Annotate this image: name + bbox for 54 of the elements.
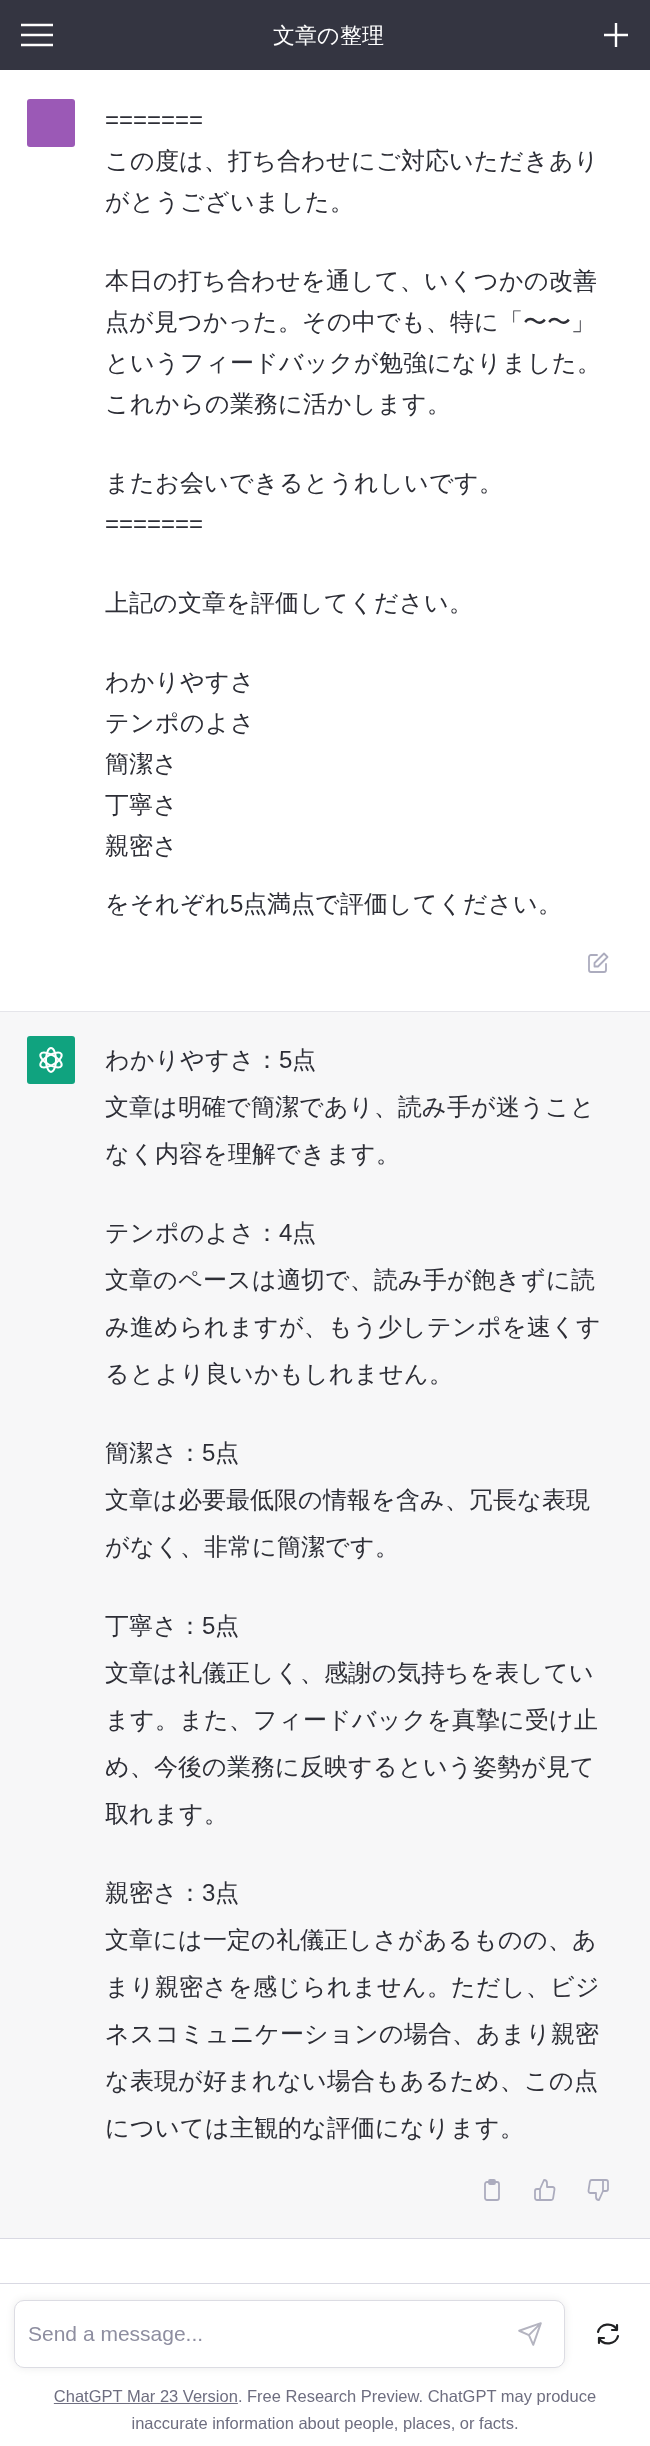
list-line: 簡潔さ — [105, 749, 179, 779]
thumbs-up-icon — [533, 2178, 557, 2202]
message-text: をそれぞれ5点満点で評価してください。 — [105, 889, 564, 919]
message-text: ======= — [105, 105, 205, 135]
menu-icon — [20, 23, 54, 47]
new-chat-button[interactable] — [602, 21, 630, 49]
score-heading: 親密さ：3点 — [105, 1878, 241, 1908]
message-text: るとより良いかもしれません。 — [105, 1359, 454, 1389]
disclaimer-text: ChatGPT Mar 23 Version. Free Research Preview. ChatGPT may produce inaccurate information about people, places, or facts. — [52, 2386, 598, 2434]
message-text: ネスコミュニケーションの場合、あまり親密 — [105, 2019, 600, 2049]
message-text: がとうございました。 — [105, 187, 355, 217]
message-input[interactable]: Send a message... — [14, 2300, 565, 2368]
thumbs-down-icon — [586, 2178, 610, 2202]
menu-button[interactable] — [20, 22, 54, 48]
send-icon[interactable] — [517, 2321, 543, 2347]
list-line: 親密さ — [105, 831, 179, 861]
message-text: これからの業務に活かします。 — [105, 389, 452, 419]
message-text: 文章は礼儀正しく、感謝の気持ちを表してい — [105, 1658, 595, 1688]
thumbs-up-button[interactable] — [532, 2177, 558, 2203]
message-text: み進められますが、もう少しテンポを速くす — [105, 1312, 602, 1342]
message-text: については主観的な評価になります。 — [105, 2113, 525, 2143]
edit-button[interactable] — [585, 950, 611, 976]
score-heading: 丁寧さ：5点 — [105, 1611, 241, 1641]
message-text: 取れます。 — [105, 1799, 229, 1829]
message-text: ます。また、フィードバックを真摯に受け止 — [105, 1705, 599, 1735]
message-text: 点が見つかった。その中でも、特に「〜〜」 — [105, 307, 596, 337]
thumbs-down-button[interactable] — [585, 2177, 611, 2203]
user-avatar — [27, 99, 75, 147]
message-text: なく内容を理解できます。 — [105, 1139, 401, 1169]
message-text: この度は、打ち合わせにご対応いただきあり — [105, 146, 600, 176]
message-text: というフィードバックが勉強になりました。 — [105, 348, 602, 378]
page-title: 文章の整理 — [272, 21, 384, 50]
version-link[interactable]: ChatGPT Mar 23 Version — [53, 2387, 238, 2405]
list-line: わかりやすさ — [105, 667, 256, 697]
plus-icon — [603, 22, 629, 48]
edit-icon — [586, 951, 610, 975]
message-text: な表現が好まれない場合もあるため、この点 — [105, 2066, 599, 2096]
message-text: 上記の文章を評価してください。 — [105, 588, 474, 618]
score-heading: わかりやすさ：5点 — [105, 1045, 318, 1075]
score-heading: 簡潔さ：5点 — [105, 1438, 241, 1468]
message-text: またお会いできるとうれしいです。 — [105, 468, 504, 498]
score-heading: テンポのよさ：4点 — [105, 1218, 318, 1248]
message-text: め、今後の業務に反映するという姿勢が見て — [105, 1752, 596, 1782]
list-line: テンポのよさ — [105, 708, 256, 738]
message-text: 文章は必要最低限の情報を含み、冗長な表現 — [105, 1485, 591, 1515]
message-text: がなく、非常に簡潔です。 — [105, 1532, 400, 1562]
message-text: 文章には一定の礼儀正しさがあるものの、あ — [105, 1925, 598, 1955]
message-text: 文章は明確で簡潔であり、読み手が迷うこと — [105, 1092, 596, 1122]
refresh-icon — [594, 2322, 622, 2346]
message-text: まり親密さを感じられません。ただし、ビジ — [105, 1972, 601, 2002]
message-text: 文章のペースは適切で、読み手が飽きずに読 — [105, 1265, 596, 1295]
message-text: ======= — [105, 509, 205, 539]
message-text: 本日の打ち合わせを通して、いくつかの改善 — [105, 266, 598, 296]
list-line: 丁寧さ — [105, 790, 179, 820]
